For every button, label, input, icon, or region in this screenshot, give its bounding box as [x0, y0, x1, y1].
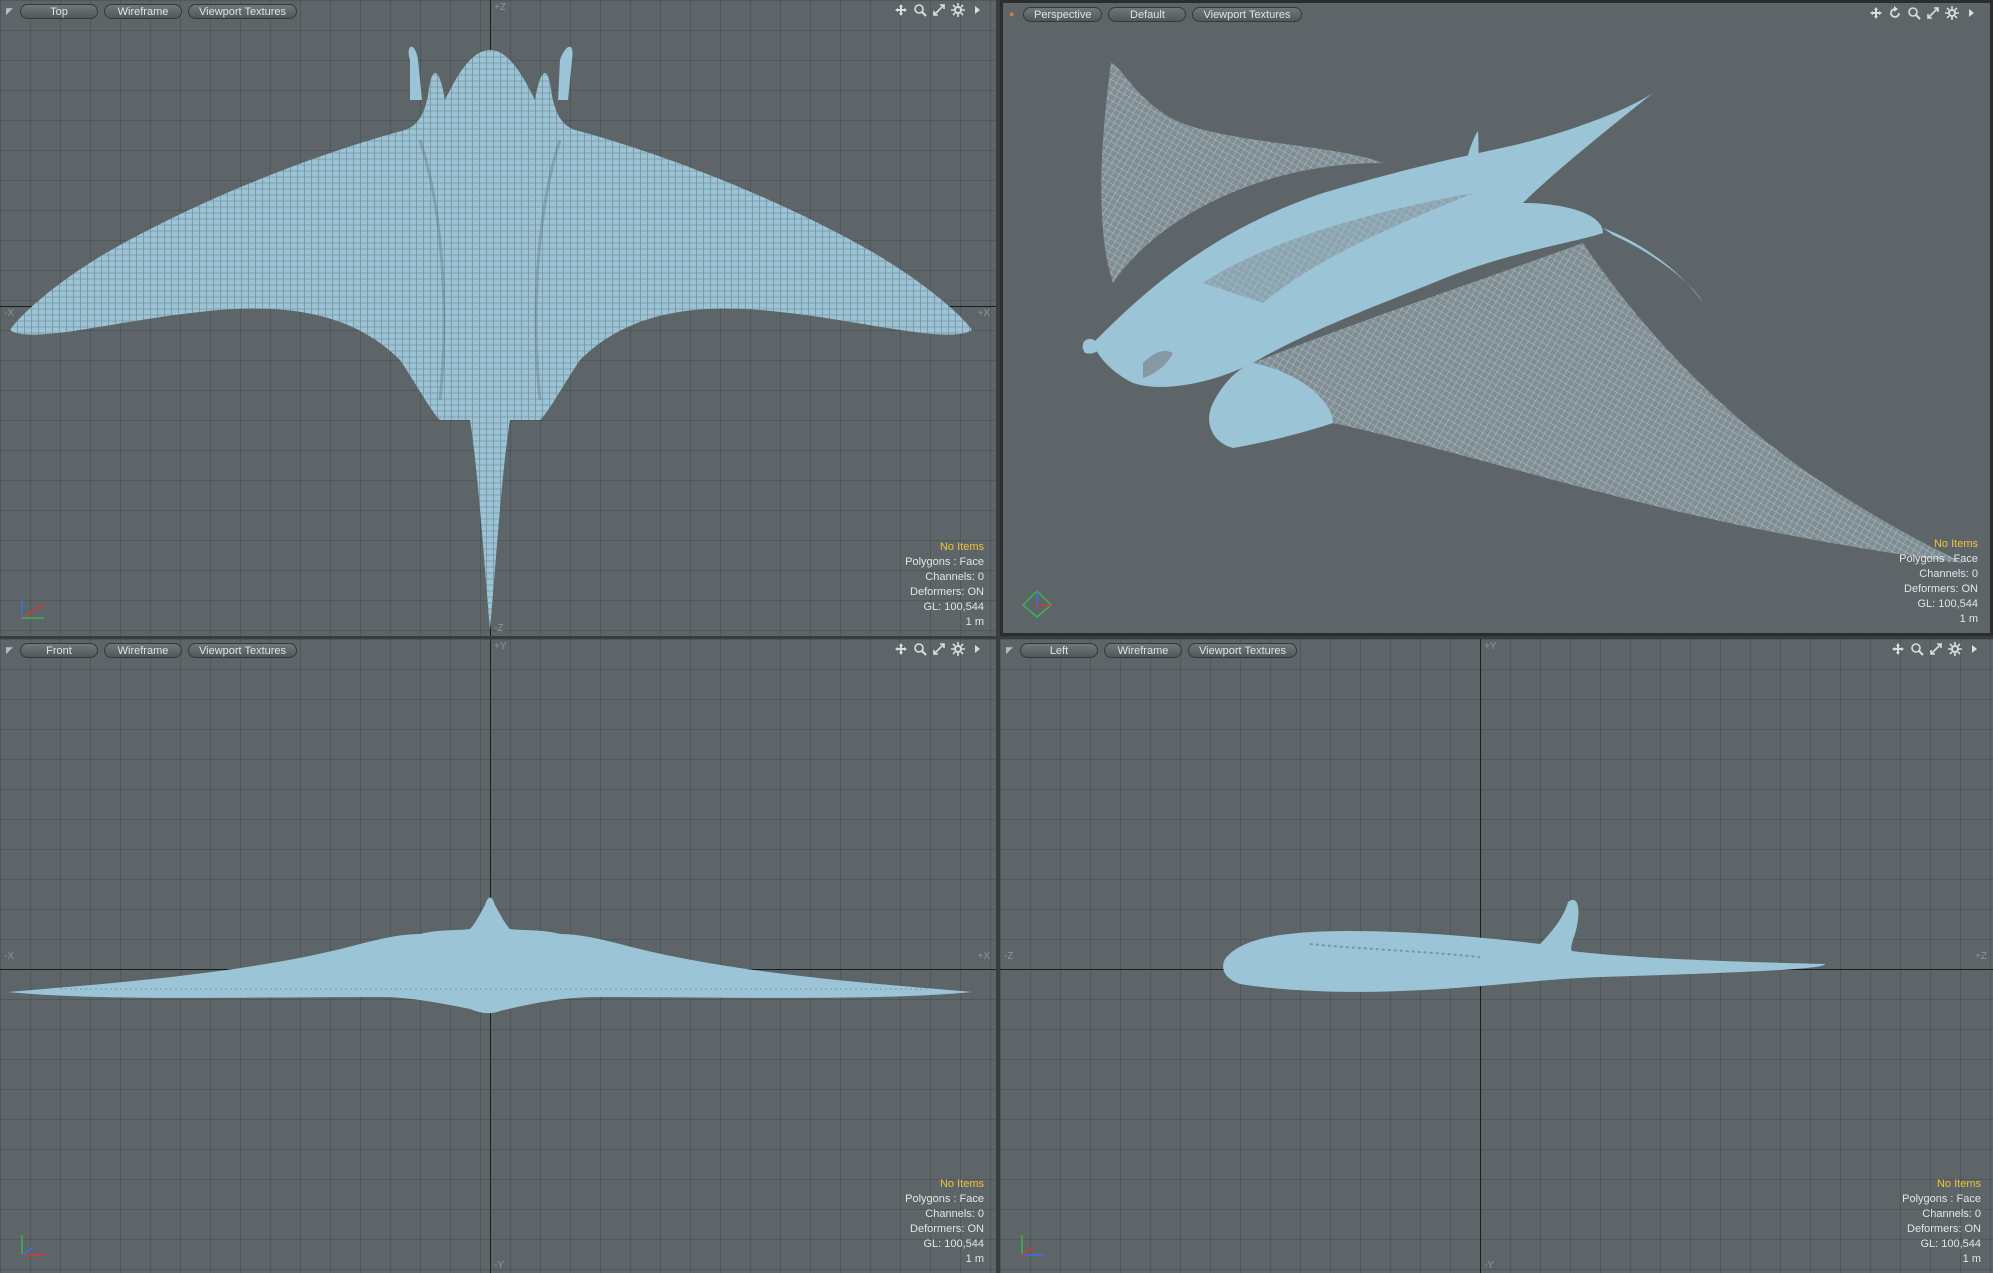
viewport-stats: No Items Polygons : Face Channels: 0 Def… — [1902, 1177, 1981, 1267]
polygon-mode: Polygons : Face — [905, 1193, 984, 1205]
grid-scale: 1 m — [965, 1253, 984, 1265]
manta-ray-front-mesh — [8, 897, 972, 1014]
axis-gizmo — [21, 1235, 44, 1256]
grid-scale: 1 m — [1962, 1253, 1981, 1265]
viewport-toolbar: ● Perspective Default Viewport Textures — [1003, 3, 1990, 25]
viewport-stats: No Items Polygons : Face Channels: 0 Def… — [905, 1177, 984, 1267]
shading-mode-button[interactable]: Wireframe — [104, 642, 182, 658]
axis-gizmo — [1021, 589, 1053, 618]
viewport-top[interactable]: ◤ Top Wireframe Viewport Textures -X +X … — [0, 0, 996, 636]
manta-ray-top-mesh — [10, 46, 972, 630]
selection-status: No Items — [939, 1178, 984, 1190]
channels-count: Channels: 0 — [1922, 1208, 1981, 1220]
gl-poly-count: GL: 100,544 — [923, 1238, 984, 1250]
viewport-toolbar: ◤ Top Wireframe Viewport Textures — [0, 0, 996, 22]
axis-gizmo — [21, 598, 45, 619]
viewport-textures-button[interactable]: Viewport Textures — [1188, 642, 1298, 658]
channels-count: Channels: 0 — [925, 571, 984, 583]
deformers-status: Deformers: ON — [910, 1223, 984, 1235]
viewport-textures-button[interactable]: Viewport Textures — [1192, 6, 1302, 22]
deformers-status: Deformers: ON — [1904, 583, 1978, 595]
manta-ray-perspective-mesh — [1082, 63, 1963, 563]
gl-poly-count: GL: 100,544 — [923, 601, 984, 613]
view-type-button[interactable]: Left — [1020, 642, 1098, 658]
viewport-stats: No Items Polygons : Face Channels: 0 Def… — [1899, 537, 1978, 627]
shading-mode-button[interactable]: Wireframe — [104, 3, 182, 19]
channels-count: Channels: 0 — [1919, 568, 1978, 580]
gl-poly-count: GL: 100,544 — [1920, 1238, 1981, 1250]
grid-scale: 1 m — [965, 616, 984, 628]
polygon-mode: Polygons : Face — [1899, 553, 1978, 565]
gl-poly-count: GL: 100,544 — [1917, 598, 1978, 610]
view-type-button[interactable]: Perspective — [1023, 6, 1103, 22]
selection-status: No Items — [939, 541, 984, 553]
viewport-textures-button[interactable]: Viewport Textures — [188, 3, 298, 19]
polygon-mode: Polygons : Face — [1902, 1193, 1981, 1205]
viewport-left[interactable]: ◤ Left Wireframe Viewport Textures -Z +Z… — [1000, 639, 1993, 1273]
polygon-mode: Polygons : Face — [905, 556, 984, 568]
viewport-toolbar: ◤ Left Wireframe Viewport Textures — [1000, 639, 1993, 661]
shading-mode-button[interactable]: Default — [1108, 6, 1187, 22]
viewport-perspective[interactable]: ● Perspective Default Viewport Textures — [1000, 0, 1993, 636]
manta-ray-side-mesh — [1223, 899, 1826, 992]
viewport-stats: No Items Polygons : Face Channels: 0 Def… — [905, 540, 984, 630]
selection-status: No Items — [1933, 538, 1978, 550]
deformers-status: Deformers: ON — [910, 586, 984, 598]
viewport-menu-icon[interactable]: ◤ — [6, 646, 14, 655]
grid-scale: 1 m — [1959, 613, 1978, 625]
viewport-menu-icon[interactable]: ◤ — [6, 7, 14, 16]
viewport-front[interactable]: ◤ Front Wireframe Viewport Textures -X +… — [0, 639, 996, 1273]
deformers-status: Deformers: ON — [1907, 1223, 1981, 1235]
shading-mode-button[interactable]: Wireframe — [1104, 642, 1182, 658]
channels-count: Channels: 0 — [925, 1208, 984, 1220]
viewport-menu-icon[interactable]: ◤ — [1006, 646, 1014, 655]
axis-gizmo — [1021, 1235, 1044, 1256]
selection-status: No Items — [1936, 1178, 1981, 1190]
view-type-button[interactable]: Front — [20, 642, 98, 658]
viewport-textures-button[interactable]: Viewport Textures — [188, 642, 298, 658]
viewport-toolbar: ◤ Front Wireframe Viewport Textures — [0, 639, 996, 661]
viewport-menu-icon[interactable]: ● — [1009, 10, 1017, 19]
view-type-button[interactable]: Top — [20, 3, 98, 19]
